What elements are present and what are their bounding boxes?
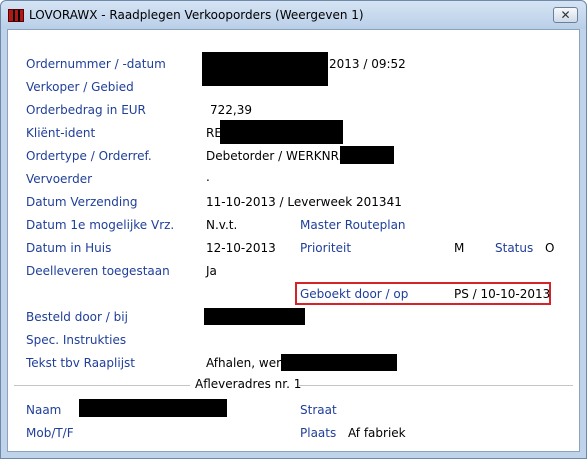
window-title: LOVORAWX - Raadplegen Verkooporders (Wee…: [29, 8, 364, 22]
section-divider-left: [14, 385, 190, 386]
label-plaats: Plaats: [300, 426, 337, 440]
value-plaats: Af fabriek: [348, 426, 406, 440]
label-datum-in-huis: Datum in Huis: [26, 241, 112, 255]
value-status: O: [545, 241, 555, 255]
label-tekst-raaplijst: Tekst tbv Raaplijst: [26, 356, 135, 370]
label-orderbedrag: Orderbedrag in EUR: [26, 103, 146, 117]
close-button[interactable]: ✕: [553, 7, 578, 23]
label-vervoerder: Vervoerder: [26, 172, 93, 186]
value-deelleveren: Ja: [206, 264, 217, 278]
label-ordernummer: Ordernummer / -datum: [26, 57, 166, 71]
label-datum-1e-mogelijke: Datum 1e mogelijke Vrz.: [26, 218, 175, 232]
value-prioriteit: M: [454, 241, 465, 255]
label-prioriteit: Prioriteit: [300, 241, 352, 255]
redacted-ordernummer: [202, 52, 328, 86]
label-deelleveren: Deelleveren toegestaan: [26, 264, 170, 278]
section-heading-afleveradres: Afleveradres nr. 1: [195, 377, 302, 391]
label-master-routeplan: Master Routeplan: [300, 218, 406, 232]
redacted-orderref: [340, 146, 394, 164]
label-spec-instrukties: Spec. Instrukties: [26, 333, 127, 347]
value-orderbedrag: 722,39: [210, 103, 252, 117]
label-status: Status: [495, 241, 534, 255]
value-ordertype: Debetorder / WERKNR.: [206, 149, 343, 163]
redacted-klient-ident: [220, 120, 343, 144]
application-window: LOVORAWX - Raadplegen Verkooporders (Wee…: [0, 0, 587, 459]
order-details-panel: Ordernummer / -datum 2013 / 09:52 Verkop…: [7, 29, 580, 452]
label-klient-ident: Kliënt-ident: [26, 126, 96, 140]
app-logo-icon: [8, 9, 24, 22]
value-ordernummer: 2013 / 09:52: [329, 57, 406, 71]
value-tekst-raaplijst: Afhalen, werk: [206, 356, 288, 370]
label-verkoper: Verkoper / Gebied: [26, 80, 134, 94]
value-vervoerder: .: [206, 170, 210, 184]
title-bar[interactable]: LOVORAWX - Raadplegen Verkooporders (Wee…: [1, 1, 586, 29]
redacted-besteld-door: [204, 308, 305, 325]
value-datum-in-huis: 12-10-2013: [206, 241, 276, 255]
label-datum-verzending: Datum Verzending: [26, 195, 138, 209]
value-datum-verzending: 11-10-2013 / Leverweek 201341: [206, 195, 402, 209]
value-datum-1e-mogelijke: N.v.t.: [206, 218, 238, 232]
label-ordertype: Ordertype / Orderref.: [26, 149, 152, 163]
section-divider-right: [298, 385, 573, 386]
value-geboekt-door: PS / 10-10-2013: [454, 287, 551, 301]
redacted-tekst-raaplijst: [281, 354, 397, 371]
redacted-naam: [79, 399, 227, 417]
label-naam: Naam: [26, 403, 62, 417]
label-mob-t-f: Mob/T/F: [26, 426, 74, 440]
label-straat: Straat: [300, 403, 337, 417]
label-besteld-door: Besteld door / bij: [26, 310, 128, 324]
label-geboekt-door: Geboekt door / op: [300, 287, 409, 301]
